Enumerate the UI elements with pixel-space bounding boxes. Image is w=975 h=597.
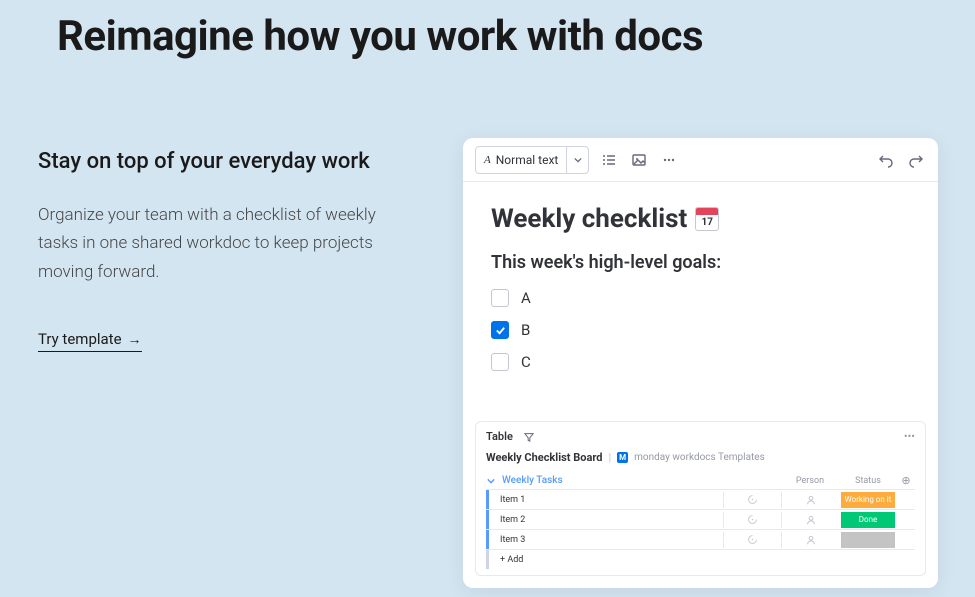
subheading: Stay on top of your everyday work (38, 148, 378, 177)
section-heading[interactable]: This week's high-level goals: (491, 252, 910, 273)
filter-icon[interactable] (523, 431, 535, 443)
checkbox[interactable] (491, 321, 509, 339)
update-icon[interactable] (723, 512, 781, 528)
more-options-icon[interactable] (659, 150, 679, 170)
person-cell[interactable] (781, 512, 839, 528)
workdoc-preview: A Normal text (463, 138, 938, 588)
checklist-label[interactable]: A (521, 289, 531, 307)
add-item-row[interactable]: + Add (486, 549, 915, 569)
checklist-item: C (491, 353, 910, 371)
checkbox[interactable] (491, 289, 509, 307)
person-cell[interactable] (781, 492, 839, 508)
table-row[interactable]: Item 2 Done (486, 509, 915, 529)
undo-icon[interactable] (876, 150, 896, 170)
table-row[interactable]: Item 3 (486, 529, 915, 549)
chevron-down-icon[interactable] (566, 147, 588, 173)
tab-table[interactable]: Table (486, 430, 513, 443)
group-header[interactable]: Weekly Tasks (486, 475, 781, 486)
doc-title[interactable]: Weekly checklist 17 (491, 204, 910, 234)
status-cell[interactable]: Working on it (839, 492, 897, 508)
checklist-label[interactable]: B (521, 321, 530, 339)
board-title[interactable]: Weekly Checklist Board (486, 451, 602, 464)
text-style-select[interactable]: A Normal text (475, 146, 589, 174)
text-style-label: Normal text (496, 153, 559, 167)
doc-title-text: Weekly checklist (491, 204, 687, 234)
list-icon[interactable] (599, 150, 619, 170)
checkbox[interactable] (491, 353, 509, 371)
workspace-name[interactable]: monday workdocs Templates (634, 452, 765, 463)
calendar-icon: 17 (695, 207, 719, 231)
workspace-badge: M (617, 452, 628, 463)
checklist-item: A (491, 289, 910, 307)
font-icon: A (484, 154, 491, 166)
page-title: Reimagine how you work with docs (57, 12, 703, 61)
add-item-label: + Add (489, 555, 915, 565)
status-cell[interactable]: Done (839, 512, 897, 528)
try-template-link[interactable]: Try template → (38, 330, 142, 352)
description-text: Organize your team with a checklist of w… (38, 201, 378, 288)
chevron-down-icon[interactable] (486, 476, 496, 486)
editor-toolbar: A Normal text (463, 138, 938, 182)
column-person[interactable]: Person (781, 476, 839, 486)
row-label: Item 3 (489, 535, 723, 545)
checklist-item: B (491, 321, 910, 339)
update-icon[interactable] (723, 532, 781, 548)
row-label: Item 1 (489, 495, 723, 505)
board-more-icon[interactable]: ••• (904, 430, 915, 443)
checklist-label[interactable]: C (521, 353, 531, 371)
feature-description: Stay on top of your everyday work Organi… (38, 148, 378, 352)
image-icon[interactable] (629, 150, 649, 170)
update-icon[interactable] (723, 492, 781, 508)
arrow-right-icon: → (128, 331, 142, 348)
table-row[interactable]: Item 1 Working on it (486, 489, 915, 509)
separator: | (608, 451, 611, 464)
person-cell[interactable] (781, 532, 839, 548)
status-cell[interactable] (839, 532, 897, 548)
group-name: Weekly Tasks (502, 475, 563, 486)
redo-icon[interactable] (906, 150, 926, 170)
cta-label: Try template (38, 330, 122, 348)
row-label: Item 2 (489, 515, 723, 525)
add-column-button[interactable]: ⊕ (897, 474, 915, 487)
embedded-board: Table ••• Weekly Checklist Board | M mon… (475, 421, 926, 576)
column-status[interactable]: Status (839, 476, 897, 486)
